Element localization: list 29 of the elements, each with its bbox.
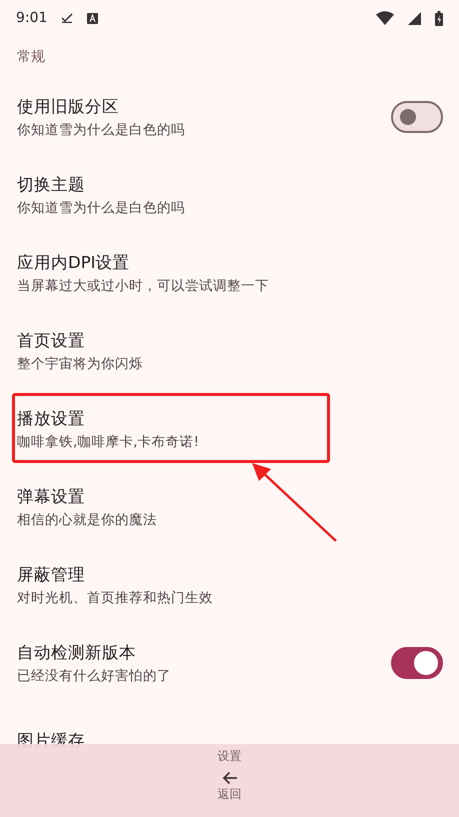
item-title: 屏蔽管理 bbox=[17, 564, 85, 586]
item-title: 播放设置 bbox=[17, 408, 85, 430]
toggle-switch[interactable] bbox=[391, 647, 443, 679]
toggle-switch[interactable] bbox=[391, 101, 443, 133]
item-title: 首页设置 bbox=[17, 330, 85, 352]
item-subtitle: 你知道雪为什么是白色的吗 bbox=[17, 120, 185, 138]
item-title: 自动检测新版本 bbox=[17, 642, 136, 664]
keyboard-icon bbox=[87, 12, 98, 24]
back-arrow-icon bbox=[222, 771, 238, 785]
bottom-bar-title: 设置 bbox=[218, 748, 242, 765]
battery-icon bbox=[435, 10, 443, 26]
section-title: 常规 bbox=[17, 48, 45, 66]
item-subtitle: 对时光机、首页推荐和热门生效 bbox=[17, 588, 213, 606]
item-title: 图片缓存 bbox=[17, 730, 85, 752]
item-subtitle: 相信的心就是你的魔法 bbox=[17, 510, 157, 528]
item-title: 应用内DPI设置 bbox=[17, 252, 130, 274]
status-time: 9:01 bbox=[16, 10, 48, 26]
item-title: 切换主题 bbox=[17, 174, 85, 196]
item-subtitle: 已经没有什么好害怕的了 bbox=[17, 666, 171, 684]
back-button[interactable]: 返回 bbox=[218, 771, 242, 803]
item-title: 弹幕设置 bbox=[17, 486, 85, 508]
item-subtitle: 当屏幕过大或过小时，可以尝试调整一下 bbox=[17, 276, 269, 294]
item-subtitle: 整个宇宙将为你闪烁 bbox=[17, 354, 143, 372]
download-done-icon bbox=[61, 13, 74, 23]
item-subtitle: 你知道雪为什么是白色的吗 bbox=[17, 198, 185, 216]
item-subtitle: 咖啡拿铁,咖啡摩卡,卡布奇诺! bbox=[17, 432, 199, 450]
item-title: 使用旧版分区 bbox=[17, 96, 119, 118]
wifi-icon bbox=[376, 11, 394, 25]
signal-icon bbox=[408, 12, 421, 24]
